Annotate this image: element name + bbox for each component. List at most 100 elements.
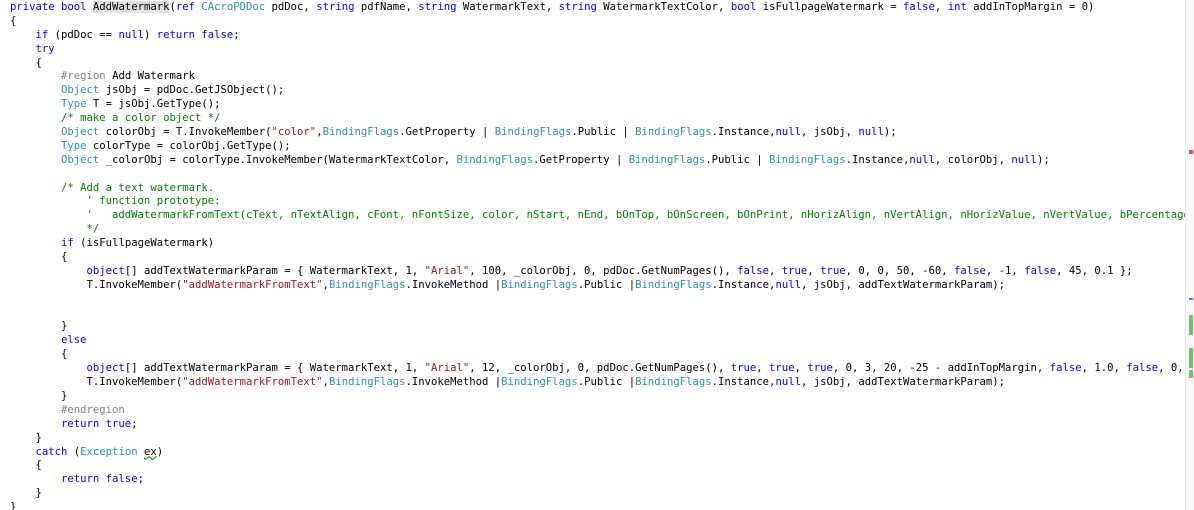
code-line[interactable]: }	[10, 487, 1186, 501]
code-line[interactable]: try	[10, 43, 1186, 57]
code-token: );	[883, 126, 897, 139]
code-token: #endregion	[61, 403, 125, 416]
code-line[interactable]	[10, 293, 1186, 307]
code-line[interactable]: if (isFullpageWatermark)	[10, 237, 1186, 251]
code-token: #region	[61, 70, 106, 83]
code-token: ,	[756, 362, 770, 375]
code-token: }	[10, 431, 42, 444]
code-token: T = jsObj.GetType();	[86, 98, 221, 111]
code-token: ex	[143, 445, 157, 458]
code-token: false	[903, 1, 935, 13]
code-line[interactable]: else	[10, 334, 1186, 348]
code-token: {	[10, 459, 42, 472]
code-line[interactable]: /* make a color object */	[10, 112, 1186, 126]
code-token: if	[61, 237, 74, 250]
code-token: .Instance,	[711, 278, 776, 291]
code-token: Exception	[80, 445, 138, 458]
code-token: {	[10, 348, 68, 361]
code-line[interactable]: {	[10, 251, 1186, 265]
code-token: , colorObj,	[934, 153, 1012, 166]
code-token: null	[909, 153, 935, 166]
code-line[interactable]: {	[10, 348, 1186, 362]
code-line[interactable]: T.InvokeMember("addWatermarkFromText",Bi…	[10, 279, 1186, 293]
code-line[interactable]: T.InvokeMember("addWatermarkFromText",Bi…	[10, 376, 1186, 390]
code-token: WatermarkTextColor,	[596, 1, 731, 13]
code-token: , jsObj,	[800, 126, 859, 139]
code-line[interactable]: catch (Exception ex)	[10, 446, 1186, 460]
code-token: true	[807, 362, 833, 375]
code-line[interactable]: Type colorType = colorObj.GetType();	[10, 140, 1186, 154]
code-line[interactable]	[10, 307, 1186, 321]
code-line[interactable]: {	[10, 459, 1186, 473]
code-line[interactable]: }	[10, 320, 1186, 334]
code-editor[interactable]: private bool AddWatermark (ref CAcroPDDoc…	[0, 0, 1186, 510]
code-token: colorObj = T.InvokeMember(	[99, 126, 272, 139]
code-token: , 45, 0.1 };	[1056, 264, 1133, 277]
code-line[interactable]: ' function prototype:	[10, 195, 1186, 209]
overview-scrollbar[interactable]	[1185, 0, 1194, 510]
code-line[interactable]: }	[10, 432, 1186, 446]
code-line[interactable]: Object _colorObj = colorType.InvokeMembe…	[10, 154, 1186, 168]
code-line[interactable]: object[] addTextWatermarkParam = { Water…	[10, 265, 1186, 279]
code-line[interactable]: return true;	[10, 418, 1186, 432]
code-token: [] addTextWatermarkParam = { WatermarkTe…	[124, 362, 425, 375]
code-token: {	[10, 14, 17, 27]
code-token: .Public |	[705, 153, 770, 166]
code-token: .InvokeMethod |	[405, 376, 502, 389]
code-token: "addWatermarkFromText"	[182, 376, 323, 389]
code-token: Object	[61, 84, 100, 97]
code-token: return false	[61, 473, 138, 486]
code-line[interactable]: if (pdDoc == null) return false;	[10, 29, 1186, 43]
code-token: , 12, _colorObj, 0, pdDoc.GetNumPages(),	[469, 362, 731, 375]
code-token: (isFullpageWatermark)	[73, 237, 215, 250]
code-token: BindingFlags	[501, 376, 578, 389]
code-token: true	[781, 264, 808, 277]
code-token: pdfName,	[354, 1, 419, 13]
code-line[interactable]: ' addWatermarkFromText(cText, nTextAlign…	[10, 209, 1186, 223]
change-marker	[1189, 315, 1193, 335]
code-line[interactable]: private bool AddWatermark(ref CAcroPDDoc…	[10, 1, 1186, 15]
code-token: */	[10, 223, 100, 236]
code-token: (	[67, 445, 81, 458]
code-token: BindingFlags	[501, 278, 578, 291]
code-line[interactable]	[10, 168, 1186, 182]
code-line[interactable]: }	[10, 501, 1186, 510]
code-text-area[interactable]: private bool AddWatermark (ref CAcroPDDoc…	[10, 1, 1186, 510]
code-token: , jsObj, addTextWatermarkParam);	[800, 278, 1006, 291]
code-token: .Public |	[571, 126, 636, 139]
code-token: , 0, 0, 50, -60,	[845, 264, 955, 277]
code-line[interactable]: Type T = jsObj.GetType();	[10, 98, 1186, 112]
code-line[interactable]: #endregion	[10, 404, 1186, 418]
code-token: null	[1011, 153, 1037, 166]
code-token: true	[769, 362, 795, 375]
code-token: ;	[137, 473, 144, 486]
code-line[interactable]: }	[10, 390, 1186, 404]
code-line[interactable]: */	[10, 223, 1186, 237]
code-token: "color"	[271, 126, 317, 139]
code-line[interactable]: {	[10, 15, 1186, 29]
code-line[interactable]: /* Add a text watermark.	[10, 182, 1186, 196]
code-token: ' function prototype:	[10, 195, 221, 208]
code-token: , 0, 0.7 };	[1158, 362, 1184, 375]
code-token: Type	[61, 139, 87, 152]
code-token: pdDoc,	[265, 1, 317, 13]
code-line[interactable]: {	[10, 57, 1186, 71]
code-token: private bool	[10, 1, 93, 13]
code-line[interactable]: Object jsObj = pdDoc.GetJSObject();	[10, 84, 1186, 98]
code-token: return true	[61, 417, 132, 430]
code-line[interactable]: object[] addTextWatermarkParam = { Water…	[10, 362, 1186, 376]
code-line[interactable]: Object colorObj = T.InvokeMember("color"…	[10, 126, 1186, 140]
code-token: ;	[233, 28, 240, 41]
code-token: T.InvokeMember(	[10, 278, 183, 291]
code-token: .Public |	[577, 278, 636, 291]
code-token: .Instance,	[711, 126, 776, 139]
code-line[interactable]: return false;	[10, 473, 1186, 487]
code-token: .Instance,	[845, 153, 910, 166]
code-token: ;	[131, 417, 138, 430]
code-token: else	[61, 334, 87, 347]
code-line[interactable]: #region Add Watermark	[10, 70, 1186, 84]
